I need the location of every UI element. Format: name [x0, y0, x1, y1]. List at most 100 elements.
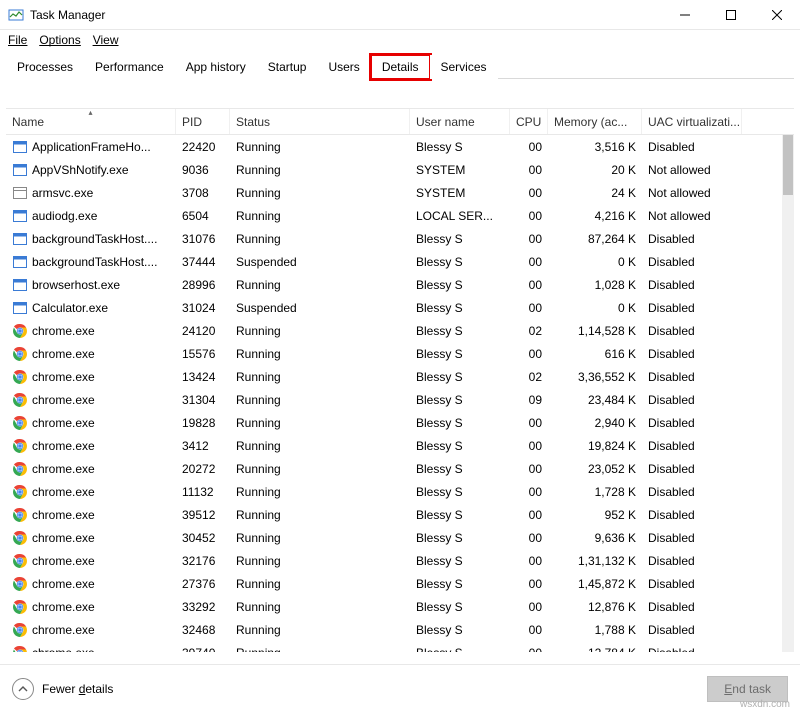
- process-name: chrome.exe: [32, 646, 95, 653]
- table-row[interactable]: armsvc.exe3708RunningSYSTEM0024 KNot all…: [6, 181, 782, 204]
- process-uac: Disabled: [642, 324, 742, 338]
- process-memory: 0 K: [548, 301, 642, 315]
- table-row[interactable]: chrome.exe11132RunningBlessy S001,728 KD…: [6, 480, 782, 503]
- process-name: backgroundTaskHost....: [32, 232, 157, 246]
- table-row[interactable]: chrome.exe13424RunningBlessy S023,36,552…: [6, 365, 782, 388]
- process-user: Blessy S: [410, 577, 510, 591]
- tab-strip: Processes Performance App history Startu…: [6, 54, 794, 79]
- process-cpu: 00: [510, 416, 548, 430]
- table-row[interactable]: backgroundTaskHost....37444SuspendedBles…: [6, 250, 782, 273]
- process-icon: [12, 484, 28, 500]
- table-row[interactable]: chrome.exe20272RunningBlessy S0023,052 K…: [6, 457, 782, 480]
- col-cpu[interactable]: CPU: [510, 109, 548, 134]
- process-status: Running: [230, 462, 410, 476]
- tab-app-history[interactable]: App history: [175, 55, 257, 79]
- process-cpu: 00: [510, 278, 548, 292]
- process-icon: [12, 231, 28, 247]
- process-pid: 3708: [176, 186, 230, 200]
- process-uac: Disabled: [642, 600, 742, 614]
- watermark: wsxdn.com: [740, 699, 790, 710]
- tab-services[interactable]: Services: [430, 55, 498, 79]
- close-button[interactable]: [754, 0, 800, 30]
- fewer-details-label: Fewer details: [42, 682, 113, 696]
- process-icon: [12, 530, 28, 546]
- process-cpu: 00: [510, 531, 548, 545]
- table-row[interactable]: audiodg.exe6504RunningLOCAL SER...004,21…: [6, 204, 782, 227]
- col-pid[interactable]: PID: [176, 109, 230, 134]
- col-mem[interactable]: Memory (ac...: [548, 109, 642, 134]
- process-user: Blessy S: [410, 393, 510, 407]
- process-name: chrome.exe: [32, 416, 95, 430]
- tab-details[interactable]: Details: [371, 55, 430, 79]
- window-title: Task Manager: [30, 8, 105, 22]
- vertical-scrollbar[interactable]: [782, 135, 794, 652]
- table-row[interactable]: chrome.exe30452RunningBlessy S009,636 KD…: [6, 526, 782, 549]
- process-pid: 32468: [176, 623, 230, 637]
- process-uac: Disabled: [642, 531, 742, 545]
- process-uac: Disabled: [642, 623, 742, 637]
- menu-options[interactable]: Options: [39, 33, 80, 47]
- process-name: chrome.exe: [32, 623, 95, 637]
- process-pid: 6504: [176, 209, 230, 223]
- table-row[interactable]: AppVShNotify.exe9036RunningSYSTEM0020 KN…: [6, 158, 782, 181]
- process-pid: 11132: [176, 485, 230, 499]
- table-row[interactable]: chrome.exe15576RunningBlessy S00616 KDis…: [6, 342, 782, 365]
- process-cpu: 00: [510, 209, 548, 223]
- col-status[interactable]: Status: [230, 109, 410, 134]
- process-user: Blessy S: [410, 600, 510, 614]
- table-row[interactable]: chrome.exe39740RunningBlessy S0012,784 K…: [6, 641, 782, 652]
- table-row[interactable]: chrome.exe27376RunningBlessy S001,45,872…: [6, 572, 782, 595]
- process-memory: 9,636 K: [548, 531, 642, 545]
- tab-users[interactable]: Users: [317, 55, 370, 79]
- col-name-label: Name: [12, 115, 44, 129]
- process-name: chrome.exe: [32, 554, 95, 568]
- process-memory: 1,788 K: [548, 623, 642, 637]
- minimize-button[interactable]: [662, 0, 708, 30]
- fewer-details-button[interactable]: Fewer details: [12, 678, 113, 700]
- process-name: chrome.exe: [32, 324, 95, 338]
- col-name[interactable]: ▴ Name: [6, 109, 176, 134]
- table-row[interactable]: chrome.exe33292RunningBlessy S0012,876 K…: [6, 595, 782, 618]
- table-row[interactable]: chrome.exe32176RunningBlessy S001,31,132…: [6, 549, 782, 572]
- menu-file[interactable]: File: [8, 33, 27, 47]
- process-icon: [12, 438, 28, 454]
- col-user[interactable]: User name: [410, 109, 510, 134]
- process-memory: 3,36,552 K: [548, 370, 642, 384]
- tab-performance[interactable]: Performance: [84, 55, 175, 79]
- process-user: Blessy S: [410, 232, 510, 246]
- table-row[interactable]: backgroundTaskHost....31076RunningBlessy…: [6, 227, 782, 250]
- process-uac: Disabled: [642, 347, 742, 361]
- process-pid: 9036: [176, 163, 230, 177]
- process-icon: [12, 323, 28, 339]
- process-pid: 22420: [176, 140, 230, 154]
- col-uac[interactable]: UAC virtualizati...: [642, 109, 742, 134]
- process-memory: 1,728 K: [548, 485, 642, 499]
- process-icon: [12, 576, 28, 592]
- table-row[interactable]: Calculator.exe31024SuspendedBlessy S000 …: [6, 296, 782, 319]
- process-name: chrome.exe: [32, 531, 95, 545]
- table-row[interactable]: chrome.exe39512RunningBlessy S00952 KDis…: [6, 503, 782, 526]
- title-bar: Task Manager: [0, 0, 800, 30]
- process-cpu: 00: [510, 232, 548, 246]
- process-status: Running: [230, 439, 410, 453]
- table-row[interactable]: chrome.exe19828RunningBlessy S002,940 KD…: [6, 411, 782, 434]
- tab-processes[interactable]: Processes: [6, 55, 84, 79]
- table-row[interactable]: chrome.exe32468RunningBlessy S001,788 KD…: [6, 618, 782, 641]
- table-row[interactable]: browserhost.exe28996RunningBlessy S001,0…: [6, 273, 782, 296]
- process-cpu: 00: [510, 301, 548, 315]
- process-icon: [12, 300, 28, 316]
- scroll-thumb[interactable]: [783, 135, 793, 195]
- process-name: armsvc.exe: [32, 186, 93, 200]
- end-task-button[interactable]: End task: [707, 676, 788, 702]
- table-row[interactable]: chrome.exe3412RunningBlessy S0019,824 KD…: [6, 434, 782, 457]
- menu-view[interactable]: View: [93, 33, 119, 47]
- process-cpu: 00: [510, 140, 548, 154]
- process-uac: Disabled: [642, 439, 742, 453]
- process-name: chrome.exe: [32, 370, 95, 384]
- table-row[interactable]: ApplicationFrameHo...22420RunningBlessy …: [6, 135, 782, 158]
- tab-startup[interactable]: Startup: [257, 55, 318, 79]
- process-memory: 24 K: [548, 186, 642, 200]
- table-row[interactable]: chrome.exe24120RunningBlessy S021,14,528…: [6, 319, 782, 342]
- table-row[interactable]: chrome.exe31304RunningBlessy S0923,484 K…: [6, 388, 782, 411]
- maximize-button[interactable]: [708, 0, 754, 30]
